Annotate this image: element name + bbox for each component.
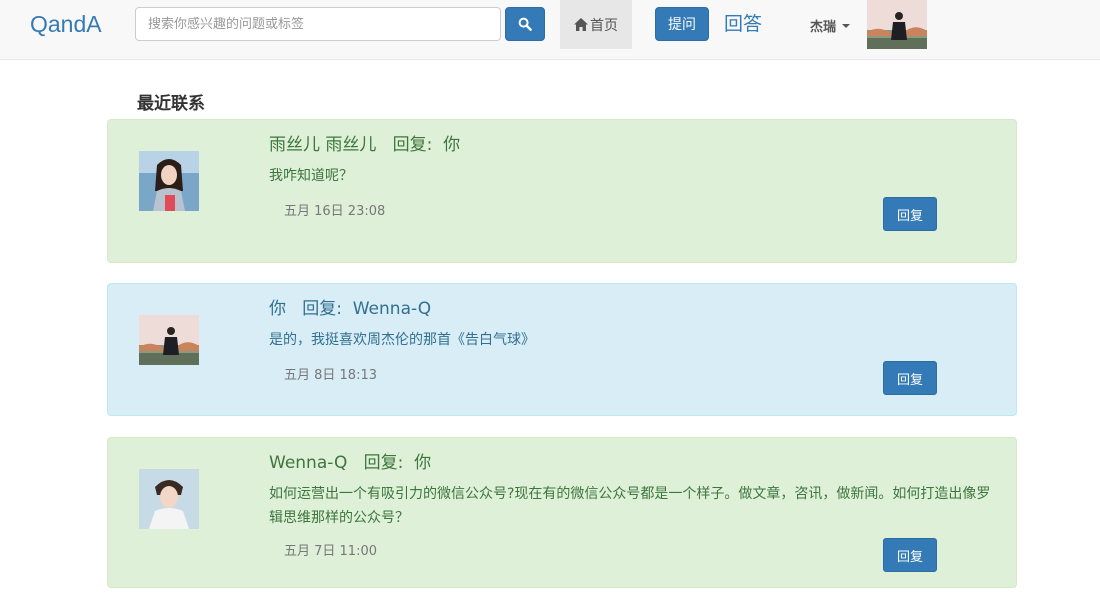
ask-question-button[interactable]: 提问: [655, 7, 709, 41]
message-time: 五月 16日 23:08: [284, 204, 386, 219]
reply-button[interactable]: 回复: [883, 361, 937, 395]
avatar[interactable]: [139, 469, 199, 529]
search-input[interactable]: [135, 7, 501, 41]
reply-button[interactable]: 回复: [883, 538, 937, 572]
reply-button[interactable]: 回复: [883, 197, 937, 231]
message-heading: 雨丝儿 雨丝儿 回复: 你: [269, 135, 461, 155]
nav-home[interactable]: 首页: [560, 0, 632, 49]
message-heading: 你 回复: Wenna-Q: [269, 299, 432, 319]
avatar[interactable]: [139, 151, 199, 211]
message-card: Wenna-Q 回复: 你 如何运营出一个有吸引力的微信公众号?现在有的微信公众…: [107, 437, 1017, 588]
section-title: 最近联系: [137, 94, 205, 114]
user-avatar[interactable]: [867, 0, 927, 49]
search-button[interactable]: [505, 7, 545, 41]
avatar[interactable]: [139, 315, 199, 365]
message-card: 你 回复: Wenna-Q 是的，我挺喜欢周杰伦的那首《告白气球》 五月 8日 …: [107, 283, 1017, 416]
user-dropdown[interactable]: 杰瑞: [810, 16, 851, 35]
message-time: 五月 7日 11:00: [284, 544, 377, 559]
brand-logo[interactable]: QandA: [30, 10, 102, 38]
message-time: 五月 8日 18:13: [284, 368, 377, 383]
top-navbar: QandA 首页 提问 回答 杰瑞: [0, 0, 1100, 60]
message-card: 雨丝儿 雨丝儿 回复: 你 我咋知道呢？ 五月 16日 23:08 回复: [107, 119, 1017, 263]
user-name: 杰瑞: [810, 20, 837, 35]
message-heading: Wenna-Q 回复: 你: [269, 453, 432, 473]
home-icon: [574, 18, 588, 31]
answer-link[interactable]: 回答: [724, 10, 762, 38]
search-icon: [518, 17, 532, 31]
message-content: 我咋知道呢？: [269, 168, 353, 184]
message-content: 如何运营出一个有吸引力的微信公众号?现在有的微信公众号都是一个样子。做文章，咨讯…: [269, 486, 991, 526]
nav-home-label: 首页: [590, 17, 618, 34]
message-content: 是的，我挺喜欢周杰伦的那首《告白气球》: [269, 332, 535, 348]
caret-down-icon: [842, 23, 851, 28]
